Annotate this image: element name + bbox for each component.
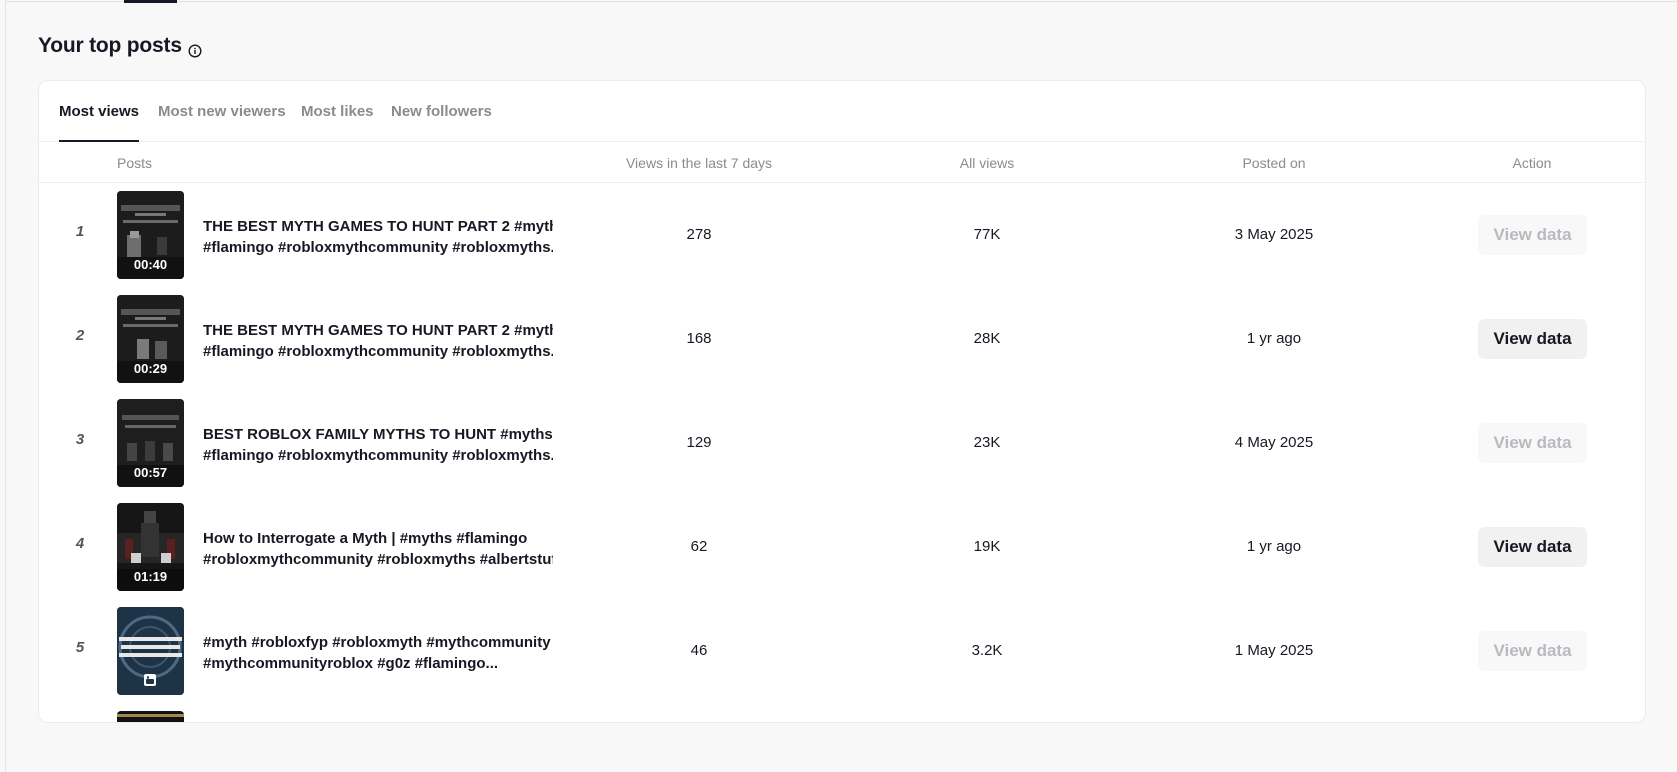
view-data-button[interactable]: View data bbox=[1478, 527, 1587, 567]
row-rank: 1 bbox=[75, 223, 85, 240]
post-title-line: #myth #robloxfyp #robloxmyth #mythcommun… bbox=[203, 634, 551, 651]
video-duration: 01:19 bbox=[133, 569, 168, 584]
view-data-button[interactable]: View data bbox=[1478, 631, 1587, 671]
post-title-line: BEST ROBLOX FAMILY MYTHS TO HUNT #myths bbox=[203, 426, 553, 443]
top-divider bbox=[5, 1, 1677, 2]
video-duration: 00:29 bbox=[133, 361, 168, 376]
all-views-value: 23K bbox=[973, 434, 1001, 451]
column-header-action: Action bbox=[1512, 155, 1552, 171]
post-title-line: #flamingo #robloxmythcommunity #robloxmy… bbox=[203, 447, 553, 464]
thumbnail-stripe bbox=[117, 714, 184, 717]
post-title-line: #flamingo #robloxmythcommunity #robloxmy… bbox=[203, 343, 553, 360]
post-title[interactable]: THE BEST MYTH GAMES TO HUNT PART 2 #myth… bbox=[203, 320, 553, 362]
post-thumbnail-partial[interactable] bbox=[117, 711, 184, 722]
tab-new-followers[interactable]: New followers bbox=[391, 103, 492, 142]
views-7-days-value: 46 bbox=[690, 642, 708, 659]
post-thumbnail[interactable]: 01:19 bbox=[117, 503, 184, 591]
video-duration: 00:57 bbox=[133, 465, 168, 480]
views-7-days-value: 62 bbox=[690, 538, 708, 555]
all-views-value: 77K bbox=[973, 226, 1001, 243]
column-header-views-7-days: Views in the last 7 days bbox=[625, 155, 773, 171]
posted-on-value: 4 May 2025 bbox=[1234, 434, 1314, 451]
posted-on-value: 1 yr ago bbox=[1246, 538, 1302, 555]
table-row: 4 01:19 How to Interrogate a Myth | #myt… bbox=[39, 495, 1645, 599]
post-title[interactable]: THE BEST MYTH GAMES TO HUNT PART 2 #myth… bbox=[203, 216, 553, 258]
post-title-line: #robloxmythcommunity #robloxmyths #alber… bbox=[203, 551, 553, 568]
views-7-days-value: 278 bbox=[686, 226, 712, 243]
table-row: 3 00:57 BEST ROBLOX FAMILY MYTHS TO HUNT… bbox=[39, 391, 1645, 495]
post-thumbnail[interactable]: 00:40 bbox=[117, 191, 184, 279]
post-title-line: THE BEST MYTH GAMES TO HUNT PART 2 #myth… bbox=[203, 322, 553, 339]
view-data-button[interactable]: View data bbox=[1478, 319, 1587, 359]
post-title[interactable]: How to Interrogate a Myth | #myths #flam… bbox=[203, 528, 553, 570]
row-rank: 3 bbox=[75, 431, 85, 448]
views-7-days-value: 168 bbox=[686, 330, 712, 347]
post-title-line: THE BEST MYTH GAMES TO HUNT PART 2 #myth… bbox=[203, 218, 553, 235]
left-divider bbox=[5, 0, 6, 772]
table-header: Posts Views in the last 7 days All views… bbox=[39, 142, 1645, 183]
posted-on-value: 1 May 2025 bbox=[1234, 642, 1314, 659]
table-row: 2 00:29 THE BEST MYTH GAMES TO HUNT PART… bbox=[39, 287, 1645, 391]
video-duration: 00:40 bbox=[133, 257, 168, 272]
post-thumbnail[interactable]: 00:57 bbox=[117, 399, 184, 487]
info-icon[interactable] bbox=[188, 40, 202, 58]
top-tab-indicator bbox=[124, 0, 177, 3]
view-data-button[interactable]: View data bbox=[1478, 215, 1587, 255]
table-row: 5 #myth #robloxfyp #robloxmyth #mythcomm… bbox=[39, 599, 1645, 703]
all-views-value: 3.2K bbox=[971, 642, 1003, 659]
post-title-line: #mythcommunityroblox #g0z #flamingo... bbox=[203, 655, 499, 672]
post-title[interactable]: #myth #robloxfyp #robloxmyth #mythcommun… bbox=[203, 632, 553, 674]
top-posts-card: Most views Most new viewers Most likes N… bbox=[38, 80, 1646, 723]
section-title: Your top posts bbox=[38, 34, 182, 57]
row-rank: 2 bbox=[75, 327, 85, 344]
top-posts-tabs: Most views Most new viewers Most likes N… bbox=[39, 81, 1645, 142]
view-data-button[interactable]: View data bbox=[1478, 423, 1587, 463]
column-header-all-views: All views bbox=[959, 155, 1015, 171]
tab-most-views[interactable]: Most views bbox=[59, 103, 140, 142]
section-header: Your top posts bbox=[38, 34, 202, 58]
tab-most-new-viewers[interactable]: Most new viewers bbox=[158, 103, 286, 142]
post-thumbnail[interactable]: 00:29 bbox=[117, 295, 184, 383]
posted-on-value: 1 yr ago bbox=[1246, 330, 1302, 347]
all-views-value: 28K bbox=[973, 330, 1001, 347]
views-7-days-value: 129 bbox=[686, 434, 712, 451]
posted-on-value: 3 May 2025 bbox=[1234, 226, 1314, 243]
post-thumbnail[interactable] bbox=[117, 607, 184, 695]
all-views-value: 19K bbox=[973, 538, 1001, 555]
post-title[interactable]: BEST ROBLOX FAMILY MYTHS TO HUNT #myths … bbox=[203, 424, 553, 466]
analytics-page: Your top posts Most views Most new viewe… bbox=[0, 0, 1677, 772]
table-row: 1 00:40 THE BEST MYTH GAMES TO HUNT PART… bbox=[39, 183, 1645, 287]
post-title-line: #flamingo #robloxmythcommunity #robloxmy… bbox=[203, 239, 553, 256]
tab-most-likes[interactable]: Most likes bbox=[301, 103, 374, 142]
column-header-posts: Posts bbox=[117, 155, 153, 171]
row-rank: 4 bbox=[75, 535, 85, 552]
row-rank: 5 bbox=[75, 639, 85, 656]
column-header-posted-on: Posted on bbox=[1242, 155, 1306, 171]
post-title-line: How to Interrogate a Myth | #myths #flam… bbox=[203, 530, 528, 547]
